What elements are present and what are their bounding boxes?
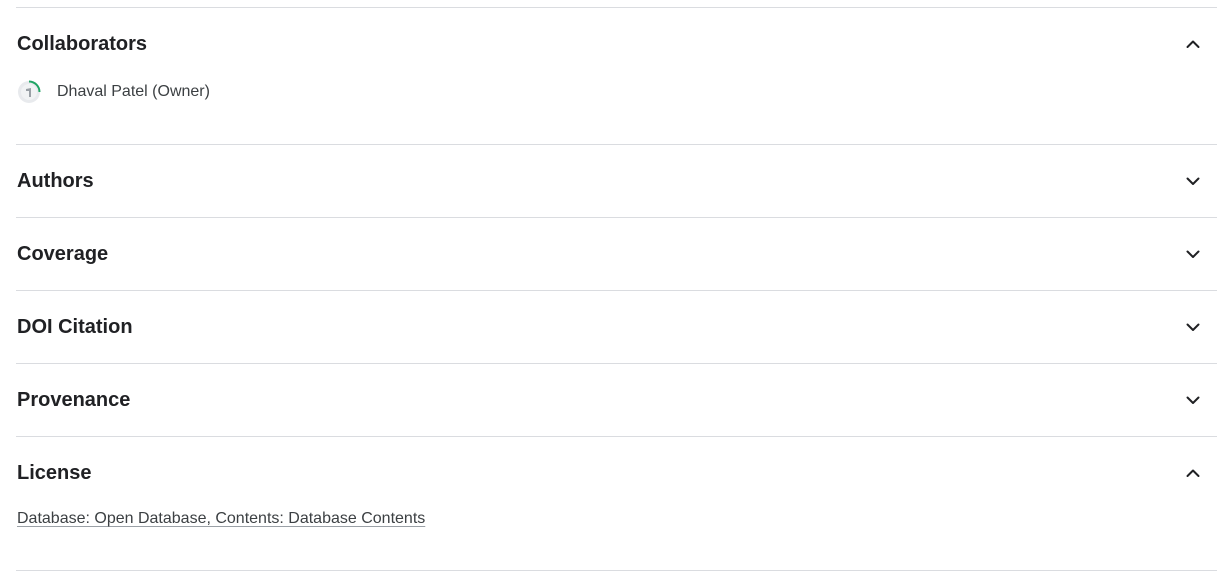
section-title: Coverage: [17, 242, 109, 265]
section-title: Collaborators: [17, 32, 148, 55]
section-divider: [16, 363, 1217, 364]
license-link[interactable]: Database: Open Database, Contents: Datab…: [17, 510, 425, 528]
chevron-down-icon[interactable]: [1183, 171, 1203, 191]
collaborator-item[interactable]: Dhaval Patel (Owner): [17, 80, 210, 104]
doi-citation-header[interactable]: DOI Citation: [17, 312, 1223, 342]
authors-header[interactable]: Authors: [17, 166, 1223, 196]
chevron-down-icon[interactable]: [1183, 317, 1203, 337]
coverage-header[interactable]: Coverage: [17, 239, 1223, 269]
section-divider: [16, 570, 1217, 571]
top-divider: [16, 7, 1217, 8]
collaborator-name[interactable]: Dhaval Patel (Owner): [57, 83, 210, 101]
chevron-up-icon[interactable]: [1183, 34, 1203, 54]
section-divider: [16, 144, 1217, 145]
license-header[interactable]: License: [17, 458, 1223, 488]
provenance-header[interactable]: Provenance: [17, 385, 1223, 415]
section-title: License: [17, 461, 92, 484]
chevron-up-icon[interactable]: [1183, 463, 1203, 483]
chevron-down-icon[interactable]: [1183, 244, 1203, 264]
section-title: DOI Citation: [17, 315, 133, 338]
chevron-down-icon[interactable]: [1183, 390, 1203, 410]
section-divider: [16, 217, 1217, 218]
section-divider: [16, 436, 1217, 437]
user-avatar-icon: [17, 80, 41, 104]
collaborators-header[interactable]: Collaborators: [17, 29, 1223, 59]
section-title: Provenance: [17, 388, 131, 411]
section-divider: [16, 290, 1217, 291]
section-title: Authors: [17, 169, 94, 192]
